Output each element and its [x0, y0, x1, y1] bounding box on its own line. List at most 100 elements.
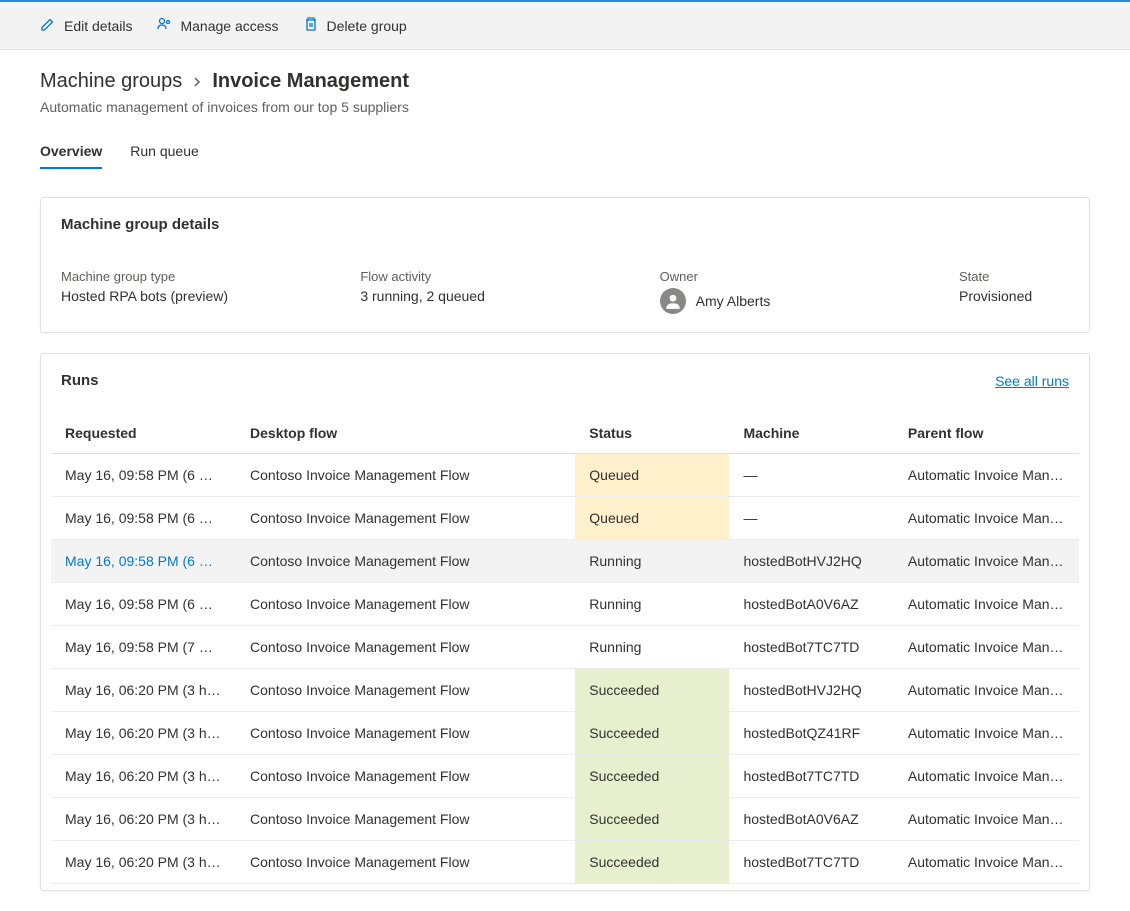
cell-parent: Automatic Invoice Manage…	[894, 755, 1079, 798]
col-header-parent[interactable]: Parent flow	[894, 413, 1079, 454]
cell-machine: —	[729, 497, 893, 540]
detail-owner-label: Owner	[660, 269, 919, 284]
cell-parent: Automatic Invoice Manage…	[894, 798, 1079, 841]
cell-machine: hostedBotA0V6AZ	[729, 583, 893, 626]
detail-type: Machine group type Hosted RPA bots (prev…	[61, 269, 320, 314]
cell-requested: May 16, 06:20 PM (3 h ago)	[51, 841, 236, 884]
page-description: Automatic management of invoices from ou…	[40, 99, 1090, 115]
manage-access-label: Manage access	[180, 18, 278, 34]
cell-machine: hostedBot7TC7TD	[729, 841, 893, 884]
details-title: Machine group details	[61, 216, 1069, 233]
people-icon	[156, 16, 172, 35]
cell-status: Succeeded	[575, 755, 729, 798]
cell-machine: hostedBotHVJ2HQ	[729, 669, 893, 712]
edit-details-label: Edit details	[64, 18, 132, 34]
table-row[interactable]: May 16, 09:58 PM (7 min ago)Contoso Invo…	[51, 626, 1079, 669]
machine-group-details-card: Machine group details Machine group type…	[40, 197, 1090, 333]
cell-flow: Contoso Invoice Management Flow	[236, 497, 575, 540]
detail-state: State Provisioned	[959, 269, 1069, 314]
detail-activity-label: Flow activity	[360, 269, 619, 284]
detail-state-label: State	[959, 269, 1069, 284]
cell-status: Running	[575, 583, 729, 626]
detail-owner: Owner Amy Alberts	[660, 269, 919, 314]
cell-parent: Automatic Invoice Manage…	[894, 626, 1079, 669]
cell-parent: Automatic Invoice Manage…	[894, 583, 1079, 626]
table-row[interactable]: May 16, 09:58 PM (6 min ago)Contoso Invo…	[51, 540, 1079, 583]
col-header-requested[interactable]: Requested	[51, 413, 236, 454]
see-all-runs-link[interactable]: See all runs	[995, 373, 1069, 389]
table-row[interactable]: May 16, 09:58 PM (6 min ago)Contoso Invo…	[51, 583, 1079, 626]
runs-title: Runs	[61, 372, 99, 389]
cell-machine: hostedBotQZ41RF	[729, 712, 893, 755]
cell-flow: Contoso Invoice Management Flow	[236, 669, 575, 712]
cell-machine: hostedBotA0V6AZ	[729, 798, 893, 841]
cell-requested: May 16, 09:58 PM (6 min ago)	[51, 454, 236, 497]
cell-requested: May 16, 09:58 PM (6 min ago)	[51, 497, 236, 540]
cell-status: Succeeded	[575, 798, 729, 841]
cell-flow: Contoso Invoice Management Flow	[236, 712, 575, 755]
col-header-machine[interactable]: Machine	[729, 413, 893, 454]
detail-activity-value: 3 running, 2 queued	[360, 288, 619, 304]
detail-activity: Flow activity 3 running, 2 queued	[360, 269, 619, 314]
detail-state-value: Provisioned	[959, 288, 1069, 304]
cell-requested: May 16, 09:58 PM (6 min ago)	[51, 583, 236, 626]
cell-requested: May 16, 06:20 PM (3 h ago)	[51, 755, 236, 798]
table-row[interactable]: May 16, 09:58 PM (6 min ago)Contoso Invo…	[51, 497, 1079, 540]
cell-flow: Contoso Invoice Management Flow	[236, 798, 575, 841]
cell-requested: May 16, 06:20 PM (3 h ago)	[51, 669, 236, 712]
tab-overview[interactable]: Overview	[40, 143, 102, 169]
cell-status: Succeeded	[575, 669, 729, 712]
runs-table: Requested Desktop flow Status Machine Pa…	[51, 413, 1079, 884]
cell-machine: —	[729, 454, 893, 497]
table-row[interactable]: May 16, 06:20 PM (3 h ago)Contoso Invoic…	[51, 669, 1079, 712]
breadcrumb-parent[interactable]: Machine groups	[40, 70, 182, 93]
trash-icon	[303, 16, 319, 35]
cell-status: Queued	[575, 454, 729, 497]
avatar	[660, 288, 686, 314]
cell-status: Succeeded	[575, 841, 729, 884]
col-header-flow[interactable]: Desktop flow	[236, 413, 575, 454]
tab-run-queue[interactable]: Run queue	[130, 143, 199, 169]
cell-machine: hostedBot7TC7TD	[729, 626, 893, 669]
cell-status: Running	[575, 626, 729, 669]
col-header-status[interactable]: Status	[575, 413, 729, 454]
cell-flow: Contoso Invoice Management Flow	[236, 626, 575, 669]
table-row[interactable]: May 16, 06:20 PM (3 h ago)Contoso Invoic…	[51, 798, 1079, 841]
cell-parent: Automatic Invoice Manage…	[894, 497, 1079, 540]
cell-status: Running	[575, 540, 729, 583]
cell-parent: Automatic Invoice Manage…	[894, 540, 1079, 583]
edit-details-button[interactable]: Edit details	[40, 12, 132, 39]
table-row[interactable]: May 16, 06:20 PM (3 h ago)Contoso Invoic…	[51, 712, 1079, 755]
cell-requested: May 16, 09:58 PM (6 min ago)	[51, 540, 236, 583]
runs-card: Runs See all runs Requested Desktop flow…	[40, 353, 1090, 891]
cell-parent: Automatic Invoice Manage…	[894, 712, 1079, 755]
cell-parent: Automatic Invoice Manage…	[894, 669, 1079, 712]
detail-owner-value: Amy Alberts	[696, 293, 771, 309]
detail-type-label: Machine group type	[61, 269, 320, 284]
breadcrumb: Machine groups Invoice Management	[40, 70, 1090, 93]
table-row[interactable]: May 16, 09:58 PM (6 min ago)Contoso Invo…	[51, 454, 1079, 497]
cell-machine: hostedBot7TC7TD	[729, 755, 893, 798]
page-title: Invoice Management	[212, 70, 409, 93]
table-row[interactable]: May 16, 06:20 PM (3 h ago)Contoso Invoic…	[51, 841, 1079, 884]
chevron-right-icon	[192, 74, 202, 90]
cell-requested: May 16, 06:20 PM (3 h ago)	[51, 712, 236, 755]
detail-type-value: Hosted RPA bots (preview)	[61, 288, 320, 304]
cell-machine: hostedBotHVJ2HQ	[729, 540, 893, 583]
cell-flow: Contoso Invoice Management Flow	[236, 540, 575, 583]
cell-flow: Contoso Invoice Management Flow	[236, 583, 575, 626]
cell-parent: Automatic Invoice Manage…	[894, 841, 1079, 884]
delete-group-label: Delete group	[327, 18, 407, 34]
delete-group-button[interactable]: Delete group	[303, 12, 407, 39]
manage-access-button[interactable]: Manage access	[156, 12, 278, 39]
cell-flow: Contoso Invoice Management Flow	[236, 841, 575, 884]
cell-status: Succeeded	[575, 712, 729, 755]
cell-flow: Contoso Invoice Management Flow	[236, 454, 575, 497]
cell-requested: May 16, 06:20 PM (3 h ago)	[51, 798, 236, 841]
pencil-icon	[40, 16, 56, 35]
toolbar: Edit details Manage access Delete group	[0, 0, 1130, 50]
cell-parent: Automatic Invoice Manage…	[894, 454, 1079, 497]
table-row[interactable]: May 16, 06:20 PM (3 h ago)Contoso Invoic…	[51, 755, 1079, 798]
tabs: Overview Run queue	[40, 143, 1090, 169]
cell-flow: Contoso Invoice Management Flow	[236, 755, 575, 798]
